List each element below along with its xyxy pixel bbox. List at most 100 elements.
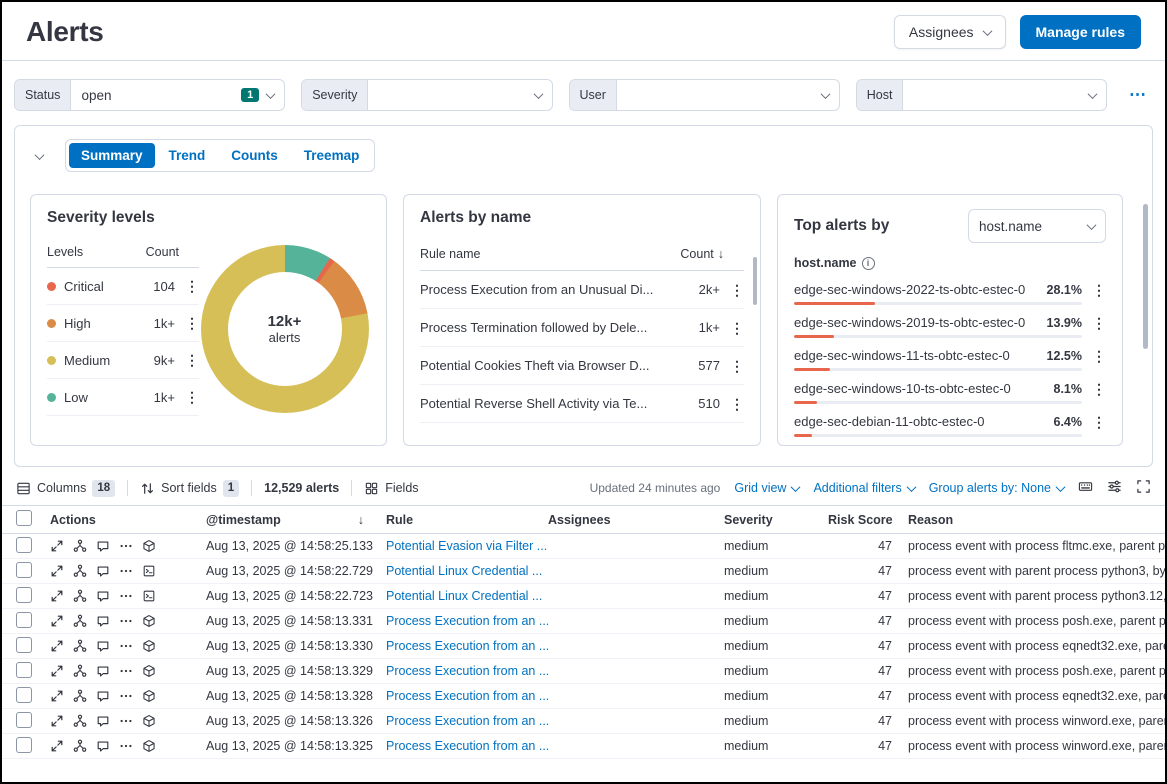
kebab-menu-icon[interactable]: ⋮ — [730, 397, 744, 411]
rule-link[interactable]: Process Execution from an ... — [386, 739, 548, 753]
sort-fields-button[interactable]: Sort fields 1 — [140, 480, 239, 497]
tab-trend[interactable]: Trend — [157, 143, 218, 168]
user-filter[interactable]: User — [569, 79, 840, 111]
more-actions-icon[interactable] — [119, 689, 133, 703]
host-name-link[interactable]: edge-sec-debian-11-obtc-estec-0 — [794, 414, 1054, 429]
columns-button[interactable]: Columns 18 — [16, 480, 115, 497]
comment-icon[interactable] — [96, 639, 110, 653]
expand-alert-icon[interactable] — [50, 589, 64, 603]
alert-source-icon[interactable] — [142, 564, 156, 578]
analyze-event-icon[interactable] — [73, 614, 87, 628]
kebab-menu-icon[interactable]: ⋮ — [730, 359, 744, 373]
display-options-icon[interactable] — [1107, 479, 1122, 497]
keyboard-shortcuts-icon[interactable] — [1078, 479, 1093, 497]
top-alerts-field-select[interactable]: host.name — [968, 209, 1106, 243]
rule-link[interactable]: Process Execution from an ... — [386, 614, 548, 628]
rule-link[interactable]: Potential Evasion via Filter ... — [386, 539, 547, 553]
header-assignees[interactable]: Assignees — [548, 513, 724, 527]
host-name-link[interactable]: edge-sec-windows-2022-ts-obtc-estec-0 — [794, 282, 1047, 297]
row-checkbox[interactable] — [16, 612, 32, 628]
kebab-menu-icon[interactable]: ⋮ — [185, 390, 199, 404]
sort-desc-icon[interactable]: ↓ — [718, 247, 724, 261]
kebab-menu-icon[interactable]: ⋮ — [1092, 316, 1106, 330]
more-actions-icon[interactable] — [119, 739, 133, 753]
comment-icon[interactable] — [96, 739, 110, 753]
header-actions[interactable]: Actions — [50, 513, 206, 527]
header-rule[interactable]: Rule — [386, 513, 548, 527]
panel-scrollbar[interactable] — [753, 257, 757, 305]
comment-icon[interactable] — [96, 564, 110, 578]
analyze-event-icon[interactable] — [73, 639, 87, 653]
analyze-event-icon[interactable] — [73, 689, 87, 703]
alert-source-icon[interactable] — [142, 739, 156, 753]
rule-link[interactable]: Potential Linux Credential ... — [386, 564, 542, 578]
row-checkbox[interactable] — [16, 687, 32, 703]
kebab-menu-icon[interactable]: ⋮ — [1092, 382, 1106, 396]
comment-icon[interactable] — [96, 714, 110, 728]
more-actions-icon[interactable] — [119, 614, 133, 628]
alert-source-icon[interactable] — [142, 714, 156, 728]
more-actions-icon[interactable] — [119, 664, 133, 678]
host-name-link[interactable]: edge-sec-windows-10-ts-obtc-estec-0 — [794, 381, 1054, 396]
assignees-button[interactable]: Assignees — [894, 15, 1006, 49]
rule-link[interactable]: Potential Linux Credential ... — [386, 589, 542, 603]
expand-alert-icon[interactable] — [50, 664, 64, 678]
rule-link[interactable]: Process Execution from an ... — [386, 714, 548, 728]
more-actions-icon[interactable] — [119, 564, 133, 578]
expand-alert-icon[interactable] — [50, 739, 64, 753]
kebab-menu-icon[interactable]: ⋮ — [1092, 283, 1106, 297]
section-scrollbar[interactable] — [1143, 204, 1148, 349]
analyze-event-icon[interactable] — [73, 564, 87, 578]
manage-rules-button[interactable]: Manage rules — [1020, 15, 1141, 49]
comment-icon[interactable] — [96, 614, 110, 628]
severity-donut-chart[interactable]: 12k+ alerts — [201, 245, 369, 413]
tab-counts[interactable]: Counts — [219, 143, 290, 168]
header-severity[interactable]: Severity — [724, 513, 828, 527]
more-actions-icon[interactable] — [119, 714, 133, 728]
analyze-event-icon[interactable] — [73, 539, 87, 553]
more-actions-icon[interactable] — [119, 589, 133, 603]
host-name-link[interactable]: edge-sec-windows-11-ts-obtc-estec-0 — [794, 348, 1047, 363]
analyze-event-icon[interactable] — [73, 589, 87, 603]
tab-treemap[interactable]: Treemap — [292, 143, 372, 168]
severity-filter[interactable]: Severity — [301, 79, 552, 111]
select-all-checkbox[interactable] — [16, 510, 32, 526]
kebab-menu-icon[interactable]: ⋮ — [1092, 415, 1106, 429]
info-icon[interactable]: i — [862, 257, 875, 270]
alert-source-icon[interactable] — [142, 539, 156, 553]
rule-link[interactable]: Process Execution from an ... — [386, 639, 548, 653]
row-checkbox[interactable] — [16, 562, 32, 578]
row-checkbox[interactable] — [16, 637, 32, 653]
group-alerts-by-button[interactable]: Group alerts by: None — [929, 481, 1064, 495]
kebab-menu-icon[interactable]: ⋮ — [1092, 349, 1106, 363]
row-checkbox[interactable] — [16, 537, 32, 553]
header-reason[interactable]: Reason — [896, 513, 1165, 527]
analyze-event-icon[interactable] — [73, 714, 87, 728]
rule-link[interactable]: Process Execution from an ... — [386, 689, 548, 703]
row-checkbox[interactable] — [16, 587, 32, 603]
collapse-charts-button[interactable] — [30, 141, 49, 171]
row-checkbox[interactable] — [16, 712, 32, 728]
analyze-event-icon[interactable] — [73, 739, 87, 753]
header-risk-score[interactable]: Risk Score — [828, 513, 896, 527]
expand-alert-icon[interactable] — [50, 564, 64, 578]
kebab-menu-icon[interactable]: ⋮ — [185, 316, 199, 330]
comment-icon[interactable] — [96, 539, 110, 553]
alert-source-icon[interactable] — [142, 589, 156, 603]
status-filter[interactable]: Status open 1 — [14, 79, 285, 111]
expand-alert-icon[interactable] — [50, 689, 64, 703]
expand-alert-icon[interactable] — [50, 614, 64, 628]
kebab-menu-icon[interactable]: ⋮ — [730, 283, 744, 297]
expand-alert-icon[interactable] — [50, 714, 64, 728]
alert-source-icon[interactable] — [142, 664, 156, 678]
comment-icon[interactable] — [96, 664, 110, 678]
kebab-menu-icon[interactable]: ⋮ — [185, 353, 199, 367]
alert-source-icon[interactable] — [142, 614, 156, 628]
fullscreen-icon[interactable] — [1136, 479, 1151, 497]
host-filter[interactable]: Host — [856, 79, 1107, 111]
kebab-menu-icon[interactable]: ⋮ — [185, 279, 199, 293]
grid-view-button[interactable]: Grid view — [734, 481, 799, 495]
comment-icon[interactable] — [96, 689, 110, 703]
rule-link[interactable]: Process Execution from an ... — [386, 664, 548, 678]
more-actions-icon[interactable] — [119, 639, 133, 653]
